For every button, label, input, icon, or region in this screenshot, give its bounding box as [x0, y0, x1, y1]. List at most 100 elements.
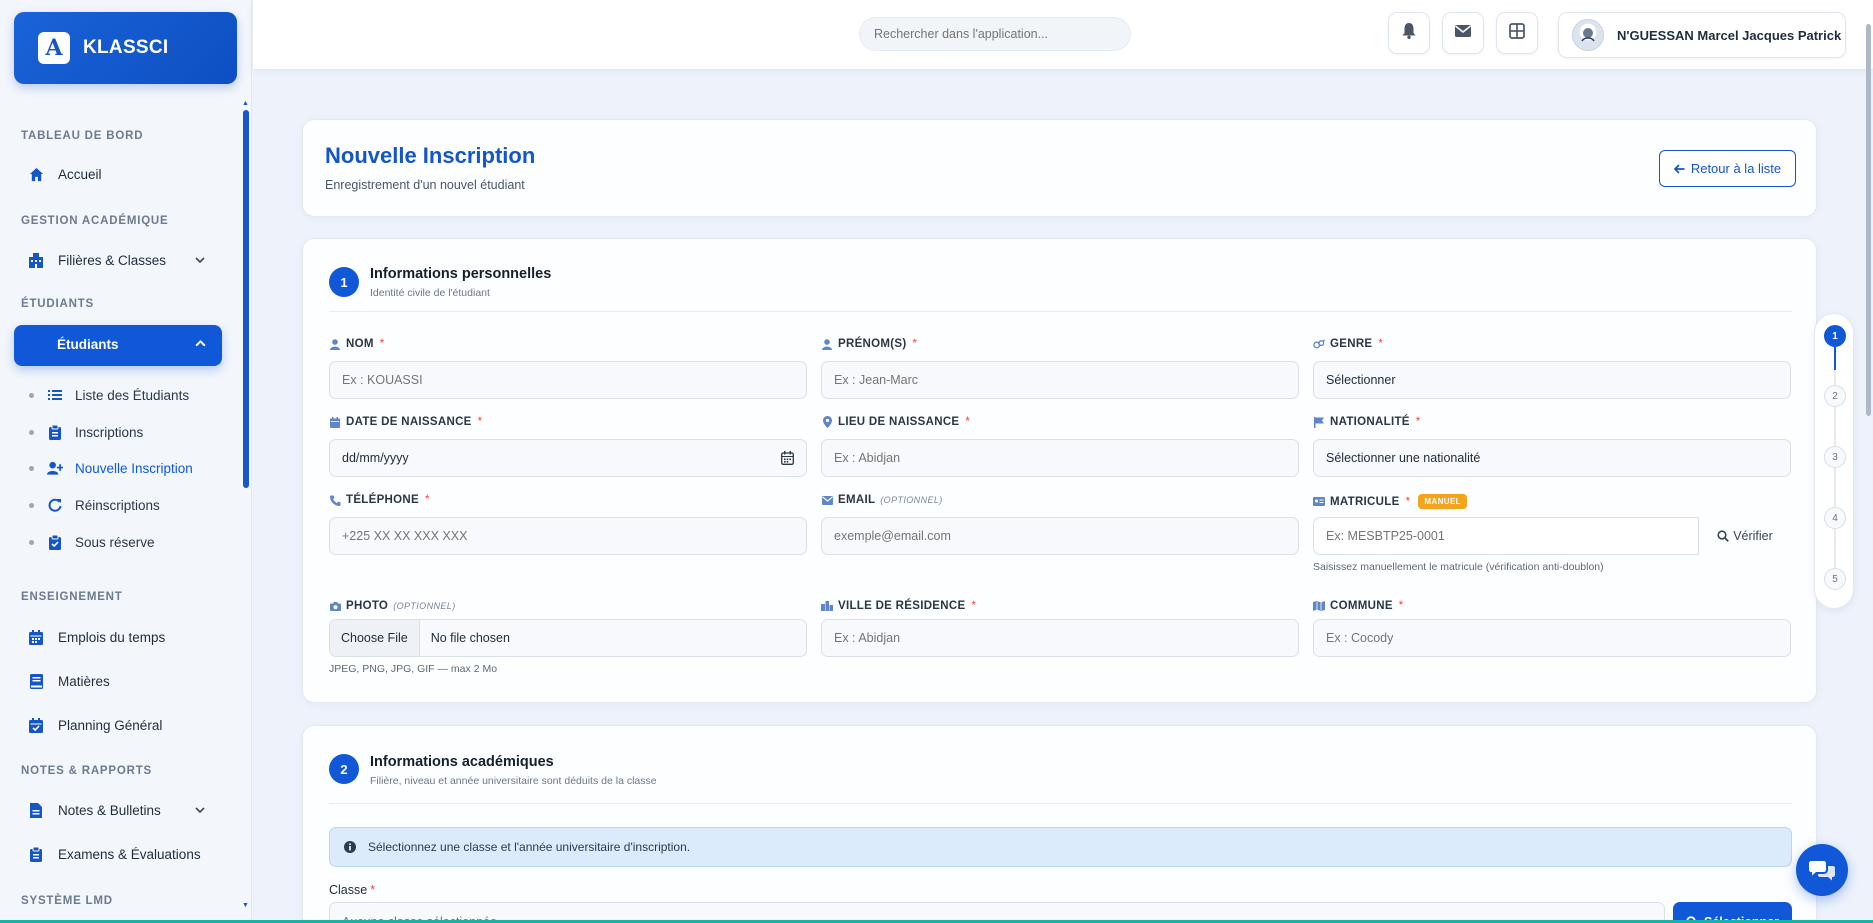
sidebar-item-label: Filières & Classes — [58, 252, 167, 268]
label-text: EMAIL — [838, 494, 876, 506]
chat-button[interactable] — [1796, 844, 1848, 896]
section-teaching: ENSEIGNEMENT — [21, 591, 123, 603]
email-field[interactable] — [821, 517, 1299, 555]
optional-tag: (OPTIONNEL) — [393, 601, 456, 611]
sidebar-scrollbar[interactable] — [243, 110, 249, 488]
info-banner: Sélectionnez une classe et l'année unive… — [329, 827, 1792, 867]
sidebar-subitem-new-inscription[interactable]: Nouvelle Inscription — [29, 460, 193, 476]
back-label: Retour à la liste — [1690, 161, 1782, 176]
flag-icon — [1313, 416, 1325, 428]
sidebar-item-subjects[interactable]: Matières — [28, 673, 110, 689]
sidebar-item-filieres[interactable]: Filières & Classes — [28, 252, 205, 268]
building-icon — [28, 252, 44, 268]
user-icon — [821, 338, 833, 350]
sidebar-subitem-inscriptions[interactable]: Inscriptions — [29, 424, 143, 440]
app-logo[interactable]: A KLASSCI — [14, 12, 237, 84]
lieu-input[interactable] — [821, 439, 1299, 477]
nom-input[interactable] — [329, 361, 807, 399]
section-title: Informations personnelles — [370, 266, 552, 282]
sidebar-item-bulletins[interactable]: Notes & Bulletins — [28, 802, 205, 818]
label-text: NOM — [346, 338, 374, 350]
section-lmd: SYSTÈME LMD — [21, 895, 113, 907]
id-card-icon — [1313, 496, 1325, 508]
scroll-up-arrow[interactable]: ▲ — [242, 100, 249, 107]
sidebar-item-students[interactable]: Étudiants — [14, 325, 222, 366]
required-mark: * — [1415, 416, 1421, 428]
calendar-picker-icon[interactable] — [781, 451, 794, 465]
nom-label: NOM * — [329, 338, 385, 350]
section-subtitle: Filière, niveau et année universitaire s… — [370, 775, 657, 787]
chevron-down-icon — [194, 254, 206, 269]
bullet-dot — [29, 392, 34, 398]
step-3[interactable]: 3 — [1824, 446, 1846, 468]
photo-hint: JPEG, PNG, JPG, GIF — max 2 Mo — [329, 663, 498, 675]
telephone-input[interactable] — [329, 517, 807, 555]
back-to-list-button[interactable]: Retour à la liste — [1659, 150, 1796, 187]
commune-input[interactable] — [1313, 619, 1791, 657]
sidebar-subitem-list[interactable]: Liste des Étudiants — [29, 387, 189, 403]
verify-button[interactable]: Vérifier — [1699, 517, 1791, 555]
telephone-label: TÉLÉPHONE * — [329, 494, 430, 506]
label-text: Classe — [329, 883, 368, 897]
section-academic: GESTION ACADÉMIQUE — [21, 215, 169, 227]
genre-select[interactable]: Sélectionner — [1313, 361, 1791, 399]
nationalite-select[interactable]: Sélectionner une nationalité — [1313, 439, 1791, 477]
sidebar-item-label: Accueil — [58, 166, 102, 182]
search-input[interactable] — [859, 17, 1131, 51]
ville-label: VILLE DE RÉSIDENCE * — [821, 600, 976, 612]
required-mark: * — [971, 600, 977, 612]
email-label: EMAIL (OPTIONNEL) — [821, 494, 943, 506]
sidebar-item-home[interactable]: Accueil — [28, 166, 102, 182]
date-placeholder: dd/mm/yyyy — [342, 451, 409, 465]
sidebar: A KLASSCI TABLEAU DE BORD Accueil GESTIO… — [0, 0, 252, 923]
calendar-icon — [329, 416, 341, 428]
nationalite-label: NATIONALITÉ * — [1313, 416, 1421, 428]
sidebar-item-timetable[interactable]: Emplois du temps — [28, 629, 165, 645]
step-5[interactable]: 5 — [1824, 568, 1846, 590]
naissance-input[interactable]: dd/mm/yyyy — [329, 439, 807, 477]
optional-tag: (OPTIONNEL) — [880, 495, 943, 505]
sidebar-subitem-reinscriptions[interactable]: Réinscriptions — [29, 497, 160, 513]
label-text: LIEU DE NAISSANCE — [838, 416, 960, 428]
apps-button[interactable] — [1496, 12, 1538, 54]
ville-input[interactable] — [821, 619, 1299, 657]
sidebar-item-label: Matières — [58, 673, 110, 689]
page-scrollbar[interactable] — [1866, 24, 1871, 416]
user-plus-icon — [47, 460, 63, 476]
user-name: N'GUESSAN Marcel Jacques Patrick — [1617, 27, 1842, 43]
phone-icon — [329, 494, 341, 506]
label-text: GENRE — [1330, 338, 1373, 350]
info-text: Sélectionnez une classe et l'année unive… — [368, 840, 691, 854]
user-menu[interactable]: N'GUESSAN Marcel Jacques Patrick — [1558, 12, 1846, 58]
camera-icon — [329, 600, 341, 612]
notifications-button[interactable] — [1388, 12, 1430, 54]
matricule-input[interactable] — [1313, 517, 1699, 555]
messages-button[interactable] — [1442, 12, 1484, 54]
sidebar-subitem-label: Liste des Étudiants — [75, 387, 190, 403]
sidebar-item-planning[interactable]: Planning Général — [28, 717, 162, 733]
required-mark: * — [425, 494, 430, 506]
sidebar-subitem-reserve[interactable]: Sous réserve — [29, 534, 155, 550]
label-text: TÉLÉPHONE — [346, 494, 419, 506]
matricule-hint: Saisissez manuellement le matricule (vér… — [1313, 561, 1604, 573]
prenom-label: PRÉNOM(S) * — [821, 338, 917, 350]
required-mark: * — [379, 338, 385, 350]
clipboard-icon — [47, 424, 63, 440]
lieu-label: LIEU DE NAISSANCE * — [821, 416, 970, 428]
step-2[interactable]: 2 — [1824, 385, 1846, 407]
gender-icon — [1313, 338, 1325, 350]
photo-file-input[interactable]: Choose File No file chosen — [329, 619, 807, 657]
sidebar-item-exams[interactable]: Examens & Évaluations — [28, 846, 201, 862]
step-4[interactable]: 4 — [1824, 507, 1846, 529]
section-notes: NOTES & RAPPORTS — [21, 765, 153, 777]
required-mark: * — [912, 338, 918, 350]
prenom-input[interactable] — [821, 361, 1299, 399]
class-label: Classe * — [329, 883, 375, 897]
choose-file-button[interactable]: Choose File — [330, 620, 420, 656]
scroll-down-arrow[interactable]: ▼ — [242, 902, 249, 909]
sidebar-item-label: Emplois du temps — [58, 629, 166, 645]
map-pin-icon — [821, 416, 833, 428]
section-number: 1 — [329, 267, 359, 297]
step-1[interactable]: 1 — [1824, 325, 1846, 347]
section-students: ÉTUDIANTS — [21, 298, 95, 310]
